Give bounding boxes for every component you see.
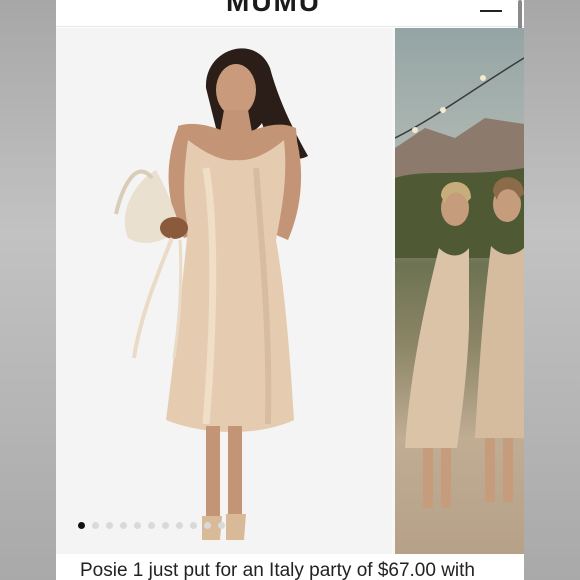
product-photo-main[interactable] [56, 28, 392, 554]
pagination-dot[interactable] [134, 522, 141, 529]
model-illustration [114, 48, 308, 540]
pagination-dot[interactable] [148, 522, 155, 529]
pagination-dot[interactable] [120, 522, 127, 529]
pagination-dot[interactable] [190, 522, 197, 529]
pagination-dot[interactable] [92, 522, 99, 529]
background-left [0, 0, 56, 580]
product-description: Posie 1 just put for an Italy party of $… [80, 560, 476, 580]
bridesmaids-illustration [395, 57, 524, 508]
background-right [524, 0, 580, 580]
phone-screen: MUMU Posie 1 just put for an Italy party… [56, 0, 524, 580]
gallery-pagination [78, 522, 225, 529]
product-photo-secondary[interactable] [395, 28, 524, 554]
site-logo[interactable]: MUMU [226, 0, 321, 18]
pagination-dot[interactable] [176, 522, 183, 529]
pagination-dot-active[interactable] [78, 522, 85, 529]
site-header: MUMU [56, 0, 524, 27]
menu-icon[interactable] [480, 0, 502, 12]
pagination-dot[interactable] [218, 522, 225, 529]
pagination-dot[interactable] [204, 522, 211, 529]
product-image-gallery[interactable] [56, 28, 524, 554]
pagination-dot[interactable] [106, 522, 113, 529]
pagination-dot[interactable] [162, 522, 169, 529]
